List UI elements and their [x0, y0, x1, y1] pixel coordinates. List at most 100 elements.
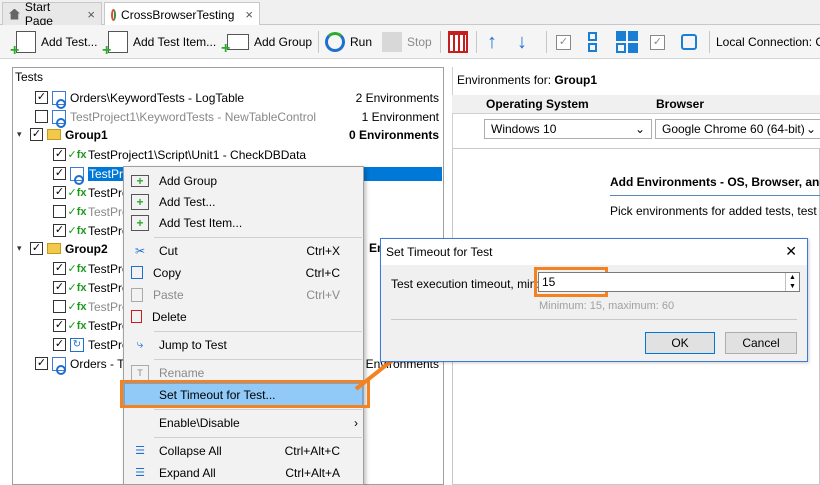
toggle-button[interactable]: [681, 29, 697, 55]
timeout-input[interactable]: 15 ▲ ▼: [538, 272, 800, 292]
toolbar: Add Test... Add Test Item... Add Group R…: [0, 25, 820, 60]
uncheck-button[interactable]: ✓: [650, 29, 665, 55]
submenu-arrow-icon: ›: [354, 415, 358, 430]
tree-group-row[interactable]: ▾ ✓ Group1 0 Environments: [17, 125, 443, 144]
tab-label: Start Page: [24, 0, 53, 28]
delete-button[interactable]: [448, 29, 468, 55]
checkbox[interactable]: ✓: [53, 319, 66, 332]
tree-row[interactable]: ✓fx TestProj: [53, 202, 131, 221]
tree-group-row[interactable]: ▾ ✓ Group2: [17, 239, 108, 258]
checkbox[interactable]: [53, 205, 66, 218]
tree-row[interactable]: ✓ ✓fx TestProj: [53, 316, 131, 335]
script-test-icon: ✓fx: [67, 301, 87, 313]
toolbar-separator: [476, 31, 477, 53]
environments-table-header: Operating System Browser: [452, 95, 820, 114]
check-all-button[interactable]: ✓: [556, 29, 571, 55]
tree-row[interactable]: ✓ ✓fx TestProj: [53, 221, 131, 240]
trash-icon: [131, 310, 142, 323]
checkbox[interactable]: [53, 300, 66, 313]
add-group-button[interactable]: Add Group: [221, 29, 312, 58]
tree-row[interactable]: ✓ ✓fx TestProj: [53, 183, 131, 202]
add-test-button[interactable]: Add Test...: [10, 29, 97, 60]
highlight-callout: [120, 380, 370, 408]
script-test-icon: ✓fx: [67, 282, 87, 294]
tab-start-page[interactable]: Start Page ×: [2, 0, 102, 28]
menu-item-cut[interactable]: ✂ Cut Ctrl+X: [125, 240, 362, 261]
cancel-button[interactable]: Cancel: [725, 332, 797, 354]
checkbox[interactable]: ✓: [53, 224, 66, 237]
toolbar-separator: [546, 31, 547, 53]
check-selected-button[interactable]: [616, 29, 638, 55]
checkbox[interactable]: ✓: [30, 128, 43, 141]
toolbar-separator: [440, 31, 441, 53]
local-connection-label: Local Connection: C: [716, 35, 820, 49]
timeout-label: Test execution timeout, min:: [391, 277, 540, 291]
menu-item-copy[interactable]: Copy Ctrl+C: [125, 262, 362, 283]
column-os: Operating System: [486, 97, 589, 111]
tree-row[interactable]: ✓fx TestProj: [53, 297, 131, 316]
menu-separator: [154, 409, 362, 410]
spin-buttons[interactable]: ▲ ▼: [785, 273, 799, 291]
move-down-button[interactable]: ↓: [517, 29, 527, 55]
move-up-button[interactable]: ↑: [487, 29, 497, 55]
menu-item-add-group[interactable]: + Add Group: [125, 170, 362, 191]
menu-item-jump-to-test[interactable]: ⤷ Jump to Test: [125, 334, 362, 355]
ok-button[interactable]: OK: [645, 332, 715, 354]
tree-row[interactable]: ✓ ↻ TestProj: [53, 335, 131, 354]
checkbox[interactable]: [35, 110, 48, 123]
add-test-item-button[interactable]: Add Test Item...: [102, 29, 216, 60]
run-button[interactable]: Run: [325, 29, 372, 55]
checkbox[interactable]: ✓: [35, 91, 48, 104]
checked-grid-icon: [616, 31, 638, 53]
checkbox[interactable]: ✓: [53, 186, 66, 199]
checkbox[interactable]: ✓: [53, 338, 66, 351]
close-icon[interactable]: ✕: [785, 243, 797, 260]
environments-for-label: Environments for: Group1: [457, 73, 598, 87]
menu-item-enable-disable[interactable]: Enable\Disable ›: [125, 412, 362, 433]
trash-icon: [448, 31, 468, 53]
tab-label: CrossBrowserTesting: [121, 7, 235, 22]
folder-icon: [47, 243, 61, 254]
script-test-icon: ✓fx: [67, 187, 87, 199]
menu-item-paste[interactable]: Paste Ctrl+V: [125, 284, 362, 305]
collapse-icon[interactable]: ▾: [17, 129, 27, 140]
collapse-icon[interactable]: ▾: [17, 243, 27, 254]
script-test-icon: ✓fx: [67, 263, 87, 275]
menu-item-add-test-item[interactable]: + Add Test Item...: [125, 212, 362, 233]
checkbox[interactable]: ✓: [53, 281, 66, 294]
checkbox[interactable]: ✓: [30, 242, 43, 255]
close-icon[interactable]: ×: [87, 7, 95, 22]
folder-icon: [47, 129, 61, 140]
stop-button[interactable]: Stop: [382, 29, 432, 55]
checkbox[interactable]: ✓: [53, 262, 66, 275]
tab-crossbrowsertesting[interactable]: CrossBrowserTesting ×: [104, 2, 260, 26]
tree-row[interactable]: ✓ ✓fx TestProj: [53, 259, 131, 278]
select-group-button[interactable]: [588, 29, 597, 55]
stop-icon: [382, 32, 402, 52]
checkbox[interactable]: ✓: [53, 167, 66, 180]
dialog-titlebar: Set Timeout for Test ✕: [381, 239, 807, 265]
script-test-icon: ✓fx: [67, 320, 87, 332]
checkbox[interactable]: ✓: [35, 357, 48, 370]
paste-icon: [131, 287, 143, 302]
menu-item-expand-all[interactable]: ☰ Expand All Ctrl+Alt+A: [125, 462, 362, 483]
menu-item-delete[interactable]: Delete: [125, 306, 362, 327]
checkbox[interactable]: ✓: [53, 148, 66, 161]
tree-row[interactable]: ✓ ✓fx TestProj: [53, 278, 131, 297]
chevron-down-icon: ⌄: [805, 122, 816, 136]
tree-row[interactable]: ✓ ✓fx TestProject1\Script\Unit1 - CheckD…: [53, 145, 306, 164]
add-test-item-icon: [102, 31, 128, 60]
tests-header: Tests: [15, 70, 44, 84]
toolbar-separator: [709, 31, 710, 53]
add-test-icon: [10, 31, 36, 60]
tree-row[interactable]: ✓ Orders\KeywordTests - LogTable 2 Envir…: [35, 88, 443, 109]
tab-bar: Start Page × CrossBrowserTesting ×: [0, 0, 820, 28]
check-disabled-icon: ✓: [650, 34, 665, 50]
close-icon[interactable]: ×: [245, 7, 253, 22]
menu-item-add-test[interactable]: + Add Test...: [125, 191, 362, 212]
menu-item-collapse-all[interactable]: ☰ Collapse All Ctrl+Alt+C: [125, 440, 362, 461]
browser-select[interactable]: Google Chrome 60 (64-bit) ⌄: [655, 119, 820, 139]
os-select[interactable]: Windows 10 ⌄: [484, 119, 652, 139]
tree-row[interactable]: TestProject1\KeywordTests - NewTableCont…: [35, 107, 443, 128]
crossbrowsertesting-icon: [111, 8, 117, 21]
